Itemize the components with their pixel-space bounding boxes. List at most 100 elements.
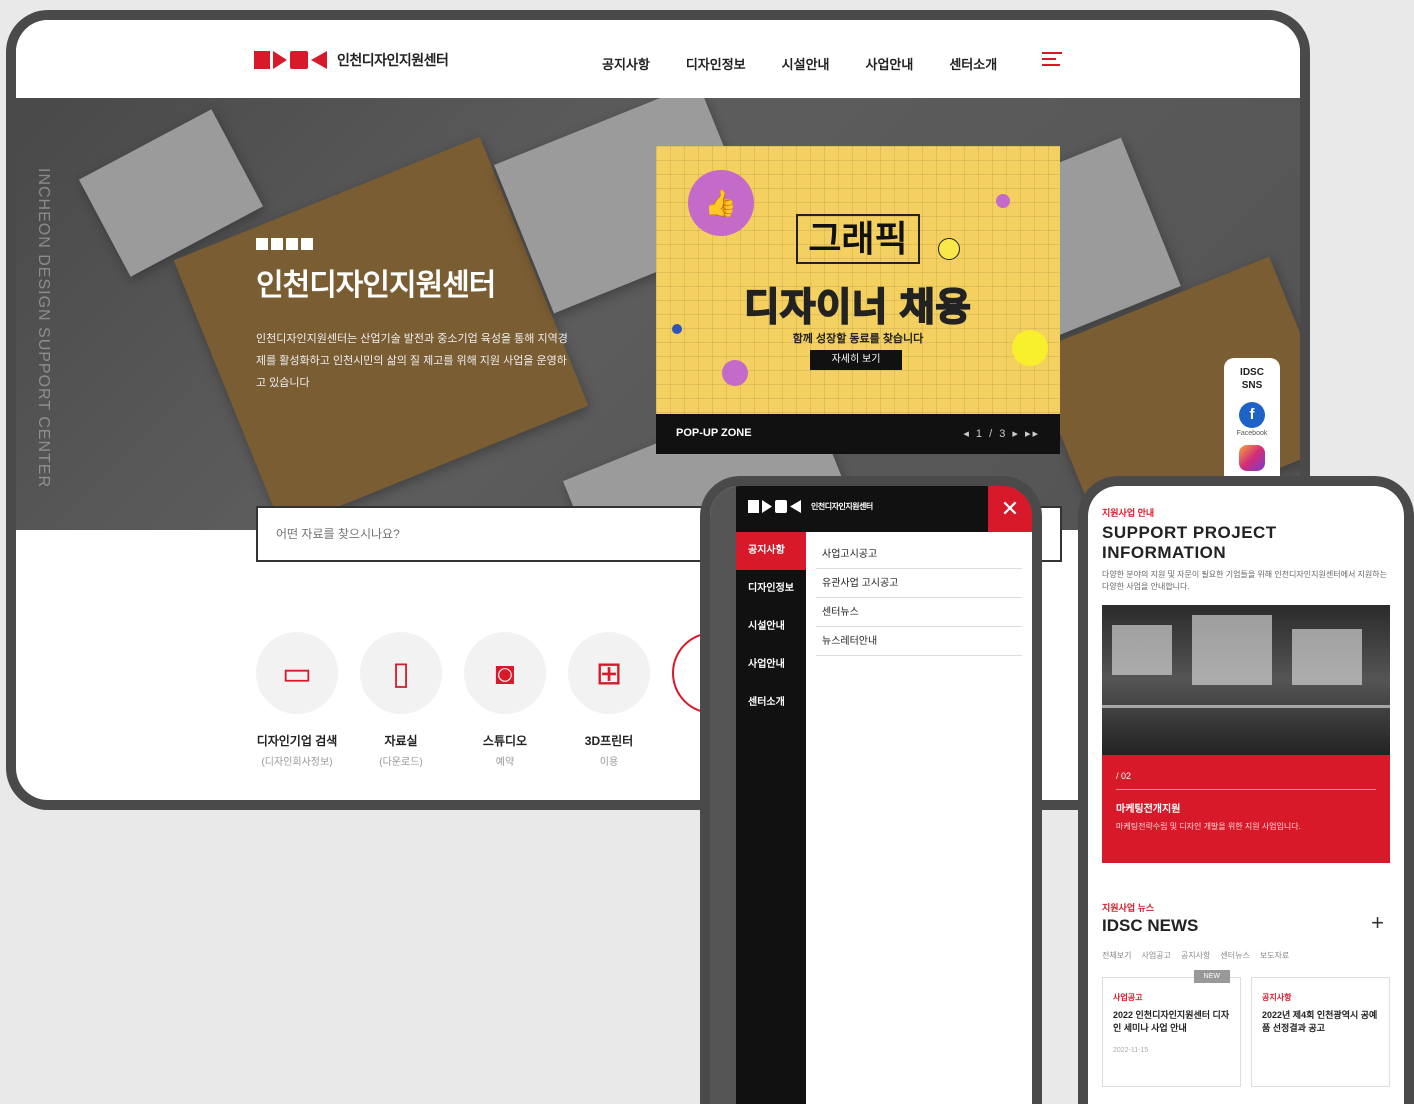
submenu-item[interactable]: 뉴스레터안내 xyxy=(816,627,1022,656)
quick-label: 스튜디오 xyxy=(482,734,528,748)
quick-item-3d-printer[interactable]: ⊞ 3D프린터 이용 xyxy=(568,632,650,768)
quick-sublabel: 이용 xyxy=(599,757,619,768)
support-highlight-number: / 02 xyxy=(1116,771,1376,790)
news-tabs: 전체보기 사업공고 공지사항 센터뉴스 보도자료 xyxy=(1102,950,1390,961)
logo-name: 인천디자인지원센터 xyxy=(337,52,449,68)
nav-item-projects[interactable]: 사업안내 xyxy=(866,54,914,73)
tablet-menu-item-notice[interactable]: 공지사항 xyxy=(736,532,806,570)
news-title: IDSC NEWS + xyxy=(1102,910,1390,936)
quick-menu: ▭ 디자인기업 검색 (디자인회사정보) ▯ 자료실 (다운로드) ◙ 스튜디오… xyxy=(256,632,754,768)
menu-hamburger-icon[interactable] xyxy=(1042,52,1062,68)
quick-icon-wrap: ▭ xyxy=(256,632,338,714)
news-card-tag: 공지사항 xyxy=(1262,993,1292,1002)
popup-title-1: 그래픽 xyxy=(796,214,920,264)
close-icon[interactable]: ✕ xyxy=(988,486,1032,532)
hero-title: 인천디자인지원센터 xyxy=(256,269,496,302)
submenu-item[interactable]: 사업고시공고 xyxy=(816,540,1022,569)
news-tab[interactable]: 공지사항 xyxy=(1181,950,1210,961)
nav-item-notice[interactable]: 공지사항 xyxy=(602,54,650,73)
thumbs-up-icon: 👍 xyxy=(688,170,754,236)
tablet-header: 인천디자인지원센터 ✕ xyxy=(736,486,1032,532)
hero-text: 인천디자인지원센터 인천디자인지원센터는 산업기술 발전과 중소기업 육성을 통… xyxy=(256,238,576,394)
popup-controls[interactable]: ◂ 1 / 3 ▸ ▸▸ xyxy=(963,427,1040,440)
tablet-page-edge xyxy=(710,486,736,1104)
news-card[interactable]: 공지사항 2022년 제4회 인천광역시 공예품 선정결과 공고 xyxy=(1251,977,1390,1087)
plus-icon[interactable]: + xyxy=(1371,910,1384,936)
quick-label: 디자인기업 검색 xyxy=(256,734,338,748)
logo-mark-icon xyxy=(254,51,327,69)
instagram-icon[interactable] xyxy=(1239,445,1265,471)
facebook-icon[interactable]: f xyxy=(1239,402,1265,428)
support-highlight-heading: 마케팅전개지원 xyxy=(1116,804,1181,815)
submenu-item[interactable]: 센터뉴스 xyxy=(816,598,1022,627)
site-logo[interactable]: 인천디자인지원센터 xyxy=(254,50,449,70)
status-badge: NEW xyxy=(1193,970,1230,983)
quick-label: 3D프린터 xyxy=(584,734,634,748)
quick-sublabel: (다운로드) xyxy=(379,757,423,768)
news-tab[interactable]: 사업공고 xyxy=(1141,950,1170,961)
support-highlight-desc: 마케팅전략수립 및 디자인 개발을 위한 지원 사업입니다. xyxy=(1116,822,1301,831)
news-card-title: 2022년 제4회 인천광역시 공예품 선정결과 공고 xyxy=(1262,1010,1378,1033)
popup-title-2: 디자이너 채용 xyxy=(743,286,972,330)
news-card-title: 2022 인천디자인지원센터 디자인 세미나 사업 안내 xyxy=(1113,1010,1230,1033)
news-kicker: 지원사업 뉴스 xyxy=(1102,903,1155,913)
tablet-logo[interactable]: 인천디자인지원센터 xyxy=(748,500,873,513)
decor-dot xyxy=(722,360,748,386)
nav-item-about[interactable]: 센터소개 xyxy=(949,54,997,73)
popup-zone[interactable]: 👍 그래픽 디자이너 채용 함께 성장할 동료를 찾습니다 자세히 보기 POP… xyxy=(656,146,1060,454)
laptop-icon: ▭ xyxy=(281,655,313,691)
quick-sublabel: (디자인회사정보) xyxy=(261,757,333,768)
document-icon: ▯ xyxy=(392,655,410,691)
tablet-menu-item-projects[interactable]: 사업안내 xyxy=(736,646,806,684)
site-header: 인천디자인지원센터 공지사항 디자인정보 시설안내 사업안내 센터소개 xyxy=(16,20,1300,98)
tablet-menu-item-about[interactable]: 센터소개 xyxy=(736,684,806,722)
smile-icon xyxy=(938,238,960,260)
quick-item-archive[interactable]: ▯ 자료실 (다운로드) xyxy=(360,632,442,768)
news-title-text: IDSC NEWS xyxy=(1102,916,1199,935)
quick-sublabel: 예약 xyxy=(495,757,515,768)
news-card-tag: 사업공고 xyxy=(1113,993,1143,1002)
nav-item-facilities[interactable]: 시설안내 xyxy=(782,54,830,73)
support-kicker: 지원사업 안내 xyxy=(1102,508,1155,518)
facebook-label: Facebook xyxy=(1236,430,1268,437)
quick-label: 자료실 xyxy=(384,734,418,748)
nav-item-design-info[interactable]: 디자인정보 xyxy=(686,54,746,73)
news-cards: NEW 사업공고 2022 인천디자인지원센터 디자인 세미나 사업 안내 20… xyxy=(1102,970,1390,1087)
camera-icon: ◙ xyxy=(495,654,515,691)
hero-logo-mark-icon xyxy=(256,238,576,250)
support-highlight[interactable]: / 02 마케팅전개지원 마케팅전략수립 및 디자인 개발을 위한 지원 사업입… xyxy=(1102,755,1390,863)
news-tab[interactable]: 보도자료 xyxy=(1260,950,1289,961)
support-title-line-2: INFORMATION xyxy=(1102,543,1227,562)
tablet-menu-item-design-info[interactable]: 디자인정보 xyxy=(736,570,806,608)
news-tab[interactable]: 센터뉴스 xyxy=(1220,950,1249,961)
tablet-menu-item-facilities[interactable]: 시설안내 xyxy=(736,608,806,646)
tablet-mockup: 인천디자인지원센터 ✕ 공지사항 디자인정보 시설안내 사업안내 센터소개 사업… xyxy=(700,476,1042,1104)
phone-mockup: 지원사업 안내 SUPPORT PROJECT INFORMATION 다양한 … xyxy=(1078,476,1414,1104)
tablet-submenu: 사업고시공고 유관사업 고시공고 센터뉴스 뉴스레터안내 xyxy=(806,532,1032,1104)
quick-icon-wrap: ◙ xyxy=(464,632,546,714)
news-tab[interactable]: 전체보기 xyxy=(1102,950,1131,961)
quick-item-company-search[interactable]: ▭ 디자인기업 검색 (디자인회사정보) xyxy=(256,632,338,768)
quick-icon-wrap: ▯ xyxy=(360,632,442,714)
news-card-date: 2022-11-15 xyxy=(1113,1047,1149,1054)
decor-dot xyxy=(996,194,1010,208)
submenu-item[interactable]: 유관사업 고시공고 xyxy=(816,569,1022,598)
printer-icon: ⊞ xyxy=(595,655,623,691)
tablet-menu: 공지사항 디자인정보 시설안내 사업안내 센터소개 xyxy=(736,532,806,1104)
phone-screen: 지원사업 안내 SUPPORT PROJECT INFORMATION 다양한 … xyxy=(1088,486,1404,1104)
support-photo[interactable] xyxy=(1102,605,1390,755)
quick-icon-wrap: ⊞ xyxy=(568,632,650,714)
popup-bar: POP-UP ZONE ◂ 1 / 3 ▸ ▸▸ xyxy=(656,414,1060,454)
support-title-line-1: SUPPORT PROJECT xyxy=(1102,523,1277,542)
news-card[interactable]: NEW 사업공고 2022 인천디자인지원센터 디자인 세미나 사업 안내 20… xyxy=(1102,970,1241,1087)
tablet-screen: 인천디자인지원센터 ✕ 공지사항 디자인정보 시설안내 사업안내 센터소개 사업… xyxy=(710,486,1032,1104)
tablet-logo-name: 인천디자인지원센터 xyxy=(811,502,873,511)
main-nav: 공지사항 디자인정보 시설안내 사업안내 센터소개 xyxy=(602,54,997,73)
popup-subtitle: 함께 성장할 동료를 찾습니다 xyxy=(792,333,924,345)
logo-mark-icon xyxy=(748,500,801,513)
popup-detail-button[interactable]: 자세히 보기 xyxy=(810,350,902,370)
hero-side-text: INCHEON DESIGN SUPPORT CENTER xyxy=(35,168,52,489)
support-description: 다양한 분야의 지원 및 자문이 필요한 기업들을 위해 인천디자인지원센터에서… xyxy=(1102,570,1387,591)
quick-item-studio[interactable]: ◙ 스튜디오 예약 xyxy=(464,632,546,768)
popup-zone-label: POP-UP ZONE xyxy=(676,427,752,439)
